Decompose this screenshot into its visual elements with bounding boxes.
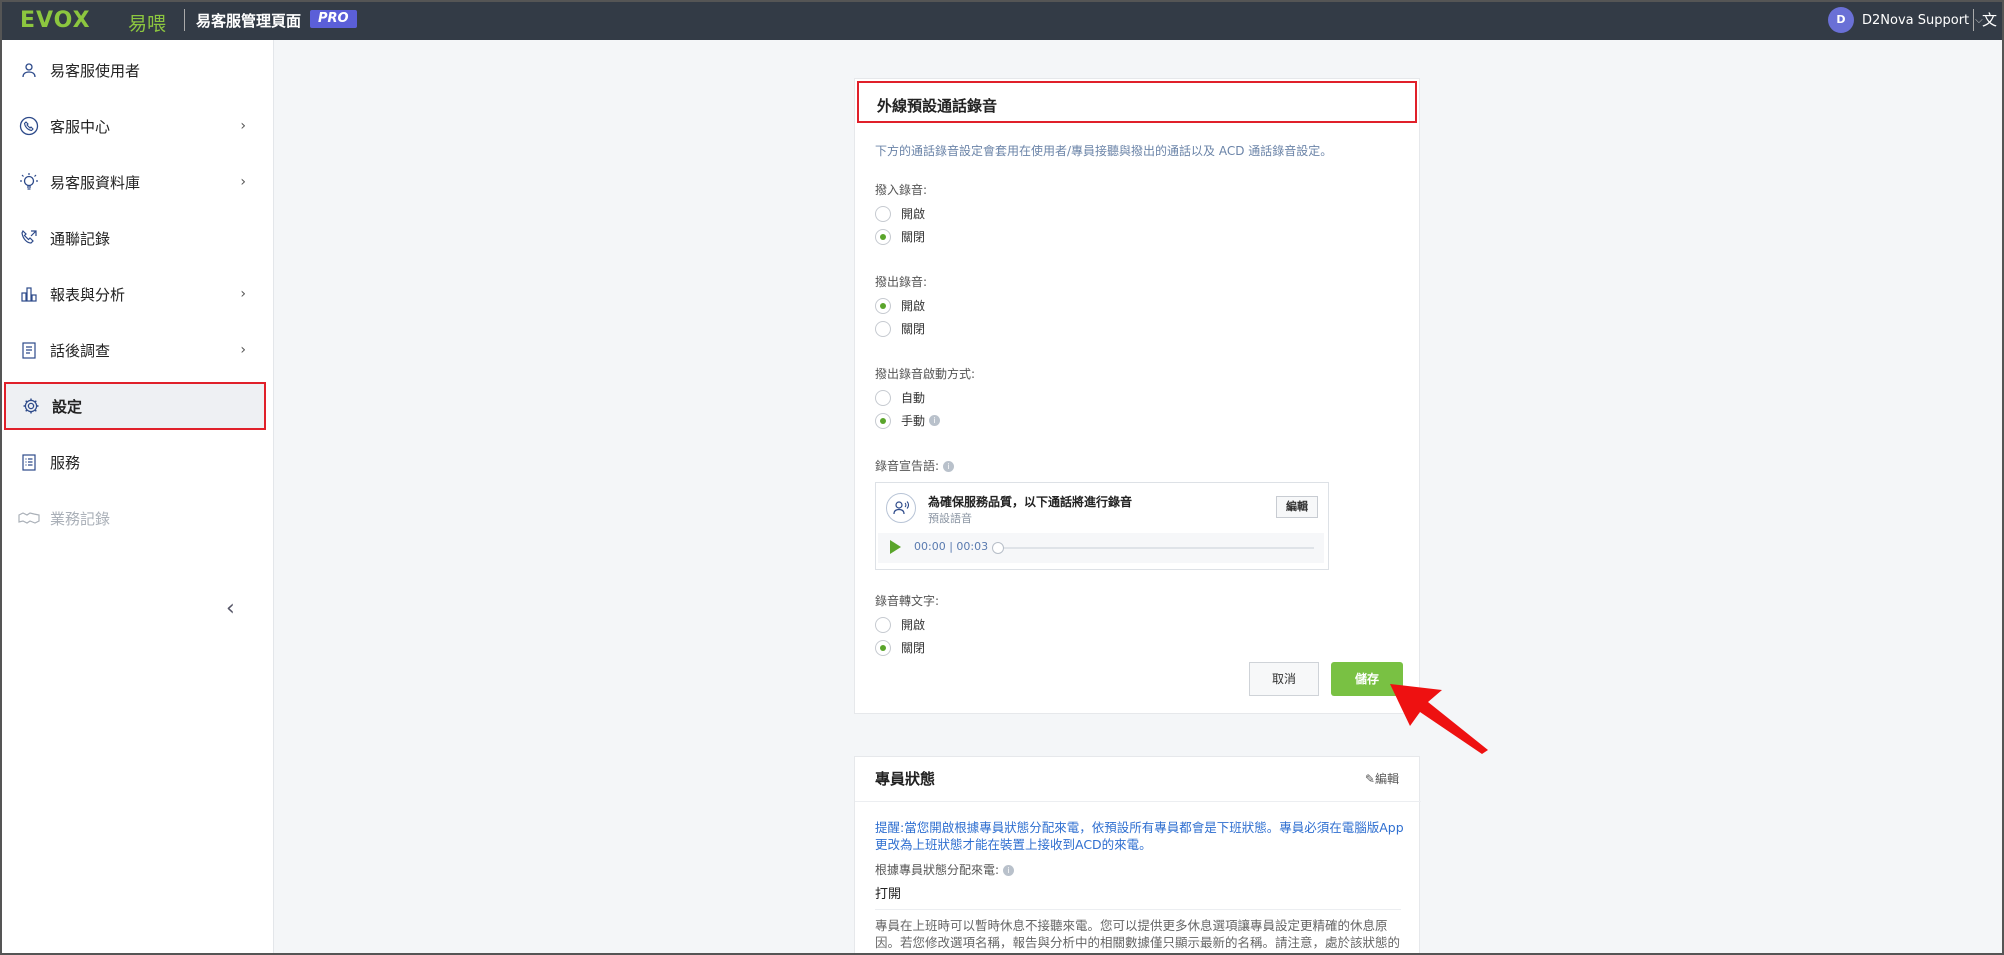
sidebar: 易客服使用者 客服中心 › 易客服資料庫 › 通聯記錄 報表與分析 › 話後調查… <box>0 40 274 955</box>
user-menu[interactable]: D D2Nova Support ⌵ <box>1828 7 1983 33</box>
sidebar-item-label: 易客服資料庫 <box>50 173 141 192</box>
outbound-recording-label: 撥出錄音: <box>875 275 928 289</box>
announcement-label: 錄音宣告語: i <box>875 457 955 474</box>
chart-icon <box>18 283 40 305</box>
pro-badge: PRO <box>310 10 357 28</box>
announcement-subtitle: 預設語音 <box>928 512 972 525</box>
audio-player: 00:00 | 00:03 <box>878 533 1324 563</box>
radio-circle-selected <box>875 639 891 656</box>
user-name: D2Nova Support <box>1862 12 1970 28</box>
radio-circle <box>875 616 891 633</box>
chevron-right-icon: › <box>240 286 246 302</box>
mode-manual-radio[interactable]: 手動 i <box>875 412 941 429</box>
sidebar-item-survey[interactable]: 話後調查 › <box>4 326 266 374</box>
sidebar-item-label: 易客服使用者 <box>50 61 141 80</box>
radio-circle <box>875 320 891 337</box>
radio-circle-selected <box>875 228 891 245</box>
sidebar-item-label: 服務 <box>50 453 81 472</box>
sidebar-item-business-records[interactable]: 業務記錄 <box>4 494 266 542</box>
radio-circle <box>875 389 891 406</box>
mode-auto-radio[interactable]: 自動 <box>875 389 925 406</box>
sidebar-item-label: 話後調查 <box>50 341 111 360</box>
call-center-icon <box>18 115 40 137</box>
announcement-edit-button[interactable]: 編輯 <box>1276 496 1318 518</box>
inbound-recording-label: 撥入錄音: <box>875 183 928 197</box>
audio-time: 00:00 | 00:03 <box>914 540 989 553</box>
sidebar-item-call-center[interactable]: 客服中心 › <box>4 102 266 150</box>
sidebar-item-knowledge-base[interactable]: 易客服資料庫 › <box>4 158 266 206</box>
avatar: D <box>1828 7 1854 33</box>
card-title-highlight: 外線預設通話錄音 <box>857 81 1417 123</box>
logo-cn: 易喂 <box>128 13 167 35</box>
card-title: 外線預設通話錄音 <box>877 97 998 115</box>
info-icon[interactable]: i <box>943 461 955 472</box>
info-icon[interactable]: i <box>1003 865 1015 876</box>
service-list-icon <box>18 451 40 473</box>
agent-status-card: 專員狀態 ✎編輯 提醒:當您開啟根據專員狀態分配來電，依預設所有專員都會是下班狀… <box>854 756 1421 955</box>
inbound-off-radio[interactable]: 關閉 <box>875 228 925 245</box>
user-icon <box>18 59 40 81</box>
chevron-right-icon: › <box>240 118 246 134</box>
sidebar-item-label: 設定 <box>52 397 83 416</box>
radio-circle-selected <box>875 297 891 314</box>
divider <box>855 801 1421 802</box>
assign-by-status-label: 根據專員狀態分配來電: i <box>875 861 1015 878</box>
agent-status-edit-button[interactable]: ✎編輯 <box>1365 770 1399 787</box>
inbound-on-radio[interactable]: 開啟 <box>875 205 925 222</box>
gear-icon <box>20 395 42 417</box>
sidebar-item-label: 通聯記錄 <box>50 229 111 248</box>
evox-logo[interactable]: EVOX <box>20 8 91 33</box>
info-icon[interactable]: i <box>929 415 941 426</box>
audio-seek-handle[interactable] <box>992 542 1004 554</box>
assign-by-status-value: 打開 <box>875 887 902 902</box>
chevron-right-icon: › <box>240 174 246 190</box>
recording-description: 下方的通話錄音設定會套用在使用者/專員接聽與撥出的通話以及 ACD 通話錄音設定… <box>875 144 1333 158</box>
cancel-button[interactable]: 取消 <box>1249 662 1319 696</box>
announcement-title: 為確保服務品質，以下通話將進行錄音 <box>928 495 1133 509</box>
sidebar-item-users[interactable]: 易客服使用者 <box>4 46 266 94</box>
survey-icon <box>18 339 40 361</box>
voice-announce-icon <box>886 493 916 523</box>
sidebar-item-label: 業務記錄 <box>50 509 111 528</box>
sidebar-item-label: 報表與分析 <box>50 285 126 304</box>
audio-track[interactable] <box>998 547 1314 549</box>
announcement-box: 為確保服務品質，以下通話將進行錄音 預設語音 編輯 00:00 | 00:03 <box>875 482 1329 570</box>
language-icon[interactable]: 文 <box>1982 9 1997 30</box>
transcription-label: 錄音轉文字: <box>875 594 940 608</box>
agent-status-notice: 提醒:當您開啟根據專員狀態分配來電，依預設所有專員都會是下班狀態。專員必須在電腦… <box>875 820 1404 852</box>
radio-circle <box>875 205 891 222</box>
pencil-icon: ✎ <box>1364 772 1375 786</box>
divider <box>1973 9 1974 31</box>
phone-log-icon <box>18 227 40 249</box>
outbound-off-radio[interactable]: 關閉 <box>875 320 925 337</box>
sidebar-item-services[interactable]: 服務 <box>4 438 266 486</box>
sidebar-item-settings[interactable]: 設定 <box>4 382 266 430</box>
chevron-right-icon: › <box>240 342 246 358</box>
recording-settings-card: 外線預設通話錄音 下方的通話錄音設定會套用在使用者/專員接聽與撥出的通話以及 A… <box>854 78 1420 714</box>
sidebar-item-call-logs[interactable]: 通聯記錄 <box>4 214 266 262</box>
page-title: 易客服管理頁面 <box>196 12 302 30</box>
pointer-arrow-icon <box>1390 684 1488 754</box>
transcribe-on-radio[interactable]: 開啟 <box>875 616 925 633</box>
divider <box>184 9 185 31</box>
outbound-on-radio[interactable]: 開啟 <box>875 297 925 314</box>
divider <box>875 909 1401 910</box>
outbound-mode-label: 撥出錄音啟動方式: <box>875 367 976 381</box>
break-options-description: 專員在上班時可以暫時休息不接聽來電。您可以提供更多休息選項讓專員設定更精確的休息… <box>875 918 1401 955</box>
sidebar-item-reports[interactable]: 報表與分析 › <box>4 270 266 318</box>
top-bar: EVOX 易喂 易客服管理頁面 PRO D D2Nova Support ⌵ 文 <box>0 0 2004 40</box>
sidebar-item-label: 客服中心 <box>50 117 111 136</box>
handshake-icon <box>18 507 40 529</box>
agent-status-title: 專員狀態 <box>875 770 936 788</box>
play-icon[interactable] <box>890 540 901 554</box>
collapse-sidebar-icon[interactable]: ‹ <box>226 596 235 621</box>
transcribe-off-radio[interactable]: 關閉 <box>875 639 925 656</box>
lightbulb-icon <box>18 171 40 193</box>
radio-circle-selected <box>875 412 891 429</box>
